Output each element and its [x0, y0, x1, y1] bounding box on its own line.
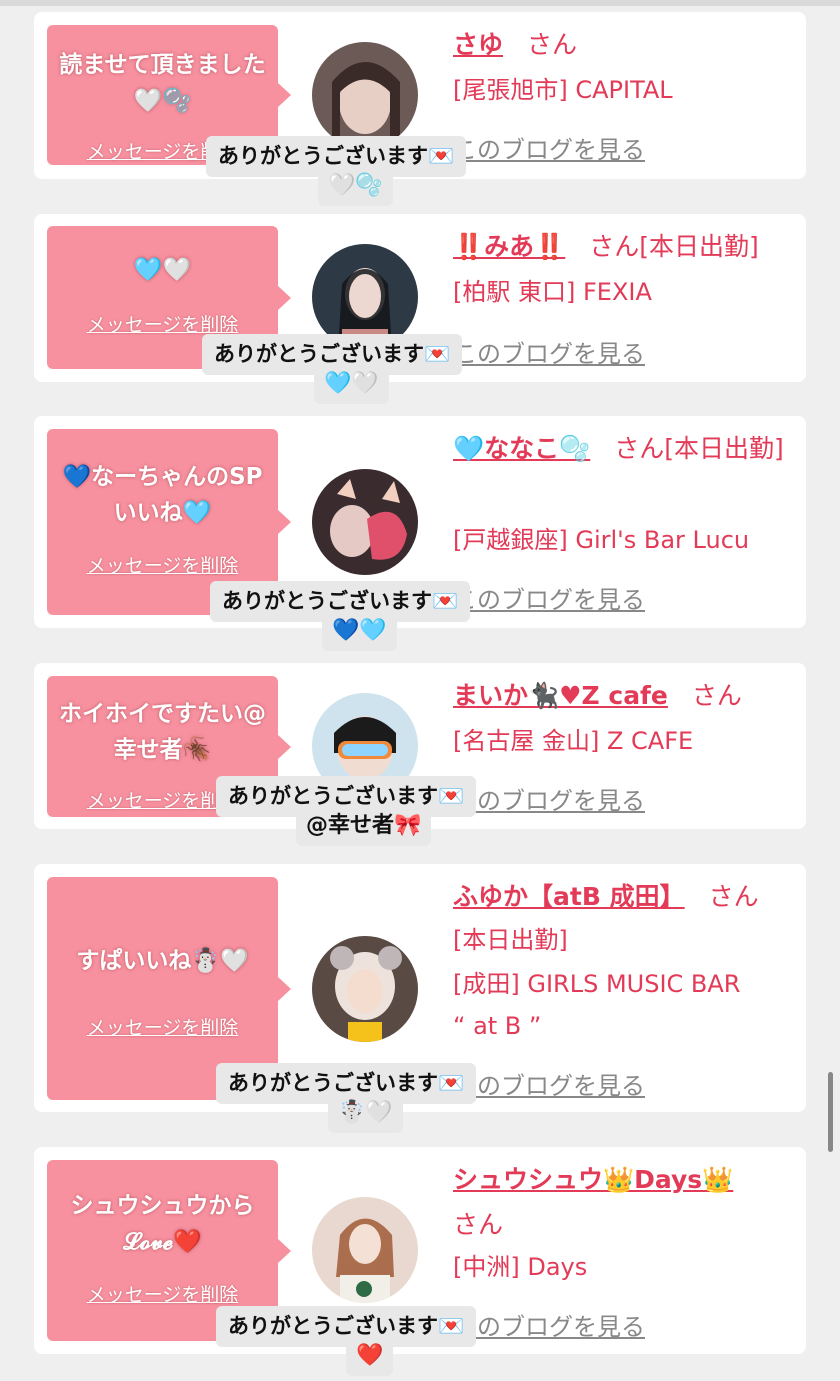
avatar[interactable]	[312, 1197, 418, 1303]
shop-info: [本日出勤]	[453, 926, 568, 954]
shop-info: [柏駅 東口] FEXIA	[453, 278, 652, 306]
cast-name-line: ‼️みあ‼️ さん[本日出勤]	[453, 224, 786, 269]
cast-name-line: さゆ さん	[453, 22, 786, 67]
honorific: さん[本日出勤]	[589, 232, 759, 261]
honorific: さん	[691, 681, 742, 710]
thanks-suffix: 🩵🤍	[314, 364, 389, 404]
delete-message-link[interactable]: メッセージを削除	[47, 1013, 278, 1040]
delete-message-link[interactable]: メッセージを削除	[47, 310, 278, 337]
thanks-suffix: ❤️	[346, 1336, 394, 1376]
shop-info: [戸越銀座] Girl's Bar Lucu	[453, 526, 750, 554]
top-divider	[0, 0, 840, 6]
avatar[interactable]	[312, 936, 418, 1042]
cast-name-link[interactable]: さゆ	[453, 30, 503, 59]
shop-info: [中洲] Days	[453, 1253, 588, 1281]
thanks-text: ありがとうございます💌	[228, 1314, 465, 1338]
honorific: さん	[708, 882, 759, 911]
honorific: さん	[527, 30, 578, 59]
view-blog-link[interactable]: このブログを見る	[453, 1066, 645, 1101]
thanks-text: ありがとうございます💌	[222, 589, 459, 613]
message-text: ホイホイですたい@幸せ者🪳	[59, 701, 266, 763]
thanks-text: ありがとうございます💌	[218, 144, 455, 168]
cast-name-line: ふゆか【atB 成田】 さん	[453, 874, 786, 919]
shop-info: [名古屋 金山] Z CAFE	[453, 727, 694, 755]
view-blog-link[interactable]: このブログを見る	[453, 781, 645, 816]
delete-message-link[interactable]: メッセージを削除	[47, 1280, 278, 1307]
thanks-suffix: 💙🩵	[322, 611, 397, 651]
message-text: 💙なーちゃんのSPいいね🩵	[62, 464, 263, 526]
thanks-suffix: ☃️🤍	[328, 1093, 403, 1133]
cast-name-link[interactable]: ‼️みあ‼️	[453, 232, 565, 261]
view-blog-link[interactable]: このブログを見る	[453, 1307, 645, 1342]
scrollbar[interactable]	[828, 1072, 833, 1152]
cast-name-line: シュウシュウ👑Days👑 さん	[453, 1157, 786, 1247]
message-text: シュウシュウから𝓛𝓸𝓿𝓮❤️	[70, 1193, 255, 1255]
cast-name-link[interactable]: ふゆか【atB 成田】	[453, 882, 685, 911]
delete-message-link[interactable]: メッセージを削除	[47, 551, 278, 578]
thanks-text: ありがとうございます💌	[228, 784, 465, 808]
thanks-text: ありがとうございます💌	[214, 342, 451, 366]
message-text: すぱいいね☃️🤍	[76, 948, 249, 974]
thanks-suffix: @幸せ者🎀	[296, 806, 432, 846]
cast-name-line: 🩵ななこ🫧 さん[本日出勤]	[453, 426, 786, 471]
cast-name-link[interactable]: まいか🐈‍⬛♥Z cafe	[453, 681, 668, 710]
thanks-suffix: 🤍🫧	[318, 166, 393, 206]
avatar[interactable]	[312, 42, 418, 148]
view-blog-link[interactable]: このブログを見る	[453, 334, 645, 369]
shop-info: [尾張旭市] CAPITAL	[453, 76, 673, 104]
cast-name-link[interactable]: 🩵ななこ🫧	[453, 434, 590, 463]
shop-info: [成田] GIRLS MUSIC BAR	[453, 970, 741, 998]
cast-name-line: まいか🐈‍⬛♥Z cafe さん	[453, 673, 786, 718]
cast-name-link[interactable]: シュウシュウ👑Days👑	[453, 1165, 733, 1194]
view-blog-link[interactable]: このブログを見る	[453, 130, 645, 165]
honorific: さん	[453, 1210, 504, 1239]
honorific: さん[本日出勤]	[614, 434, 784, 463]
view-blog-link[interactable]: このブログを見る	[453, 580, 645, 615]
thanks-text: ありがとうございます💌	[228, 1071, 465, 1095]
shop-info: “ at B ”	[453, 1012, 542, 1040]
message-text: 読ませて頂きました🤍🫧	[59, 52, 266, 114]
message-text: 🩵🤍	[133, 257, 192, 283]
avatar[interactable]	[312, 469, 418, 575]
